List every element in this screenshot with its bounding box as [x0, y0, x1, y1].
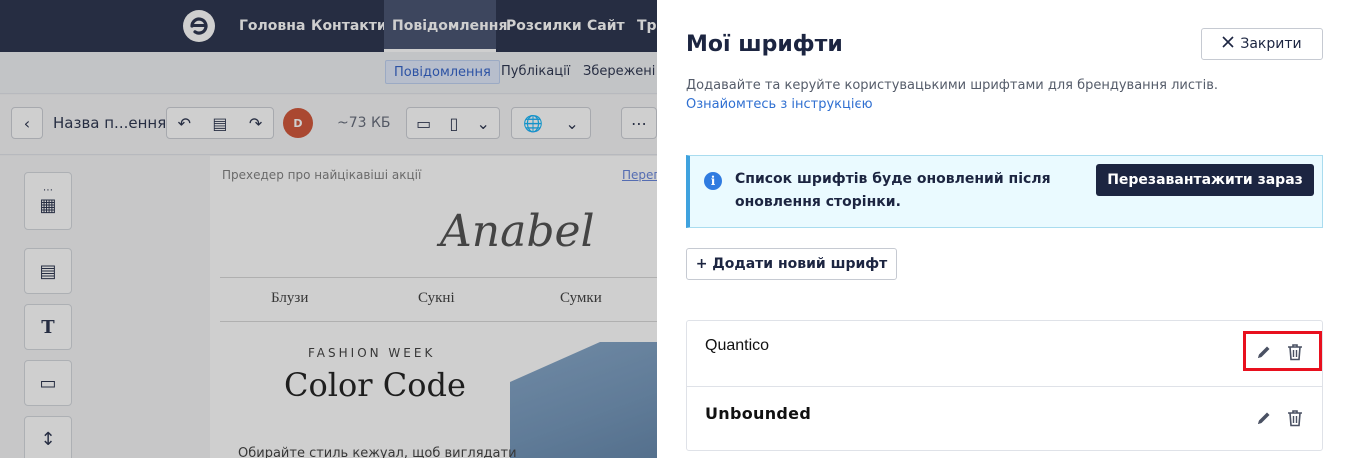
reload-now-button[interactable]: Перезавантажити зараз [1096, 164, 1314, 196]
font-row: Unbounded [687, 386, 1322, 451]
delete-font-button[interactable] [1284, 409, 1306, 431]
edit-font-button[interactable] [1253, 409, 1275, 431]
info-banner: i Список шрифтів буде оновлений після он… [686, 155, 1323, 228]
panel-description: Додавайте та керуйте користувацькими шри… [686, 78, 1219, 93]
font-name: Quantico [705, 337, 770, 354]
close-icon [1222, 36, 1234, 52]
font-name: Unbounded [705, 404, 812, 423]
email-editor-background: Головна Контакти Повідомлення Розсилки С… [0, 0, 657, 458]
pencil-icon [1256, 410, 1272, 430]
trash-icon [1287, 343, 1303, 365]
panel-title: Мої шрифти [686, 32, 843, 57]
font-row: Quantico [687, 321, 1322, 386]
close-button-label: Закрити [1240, 36, 1302, 52]
delete-font-button[interactable] [1284, 343, 1306, 365]
close-button[interactable]: Закрити [1201, 28, 1323, 60]
edit-font-button[interactable] [1253, 343, 1275, 365]
trash-icon [1287, 409, 1303, 431]
font-list: Quantico Unbounded [686, 320, 1323, 451]
my-fonts-panel: Мої шрифти Закрити Додавайте та керуйте … [657, 0, 1357, 458]
add-font-button[interactable]: + Додати новий шрифт [686, 248, 897, 280]
info-banner-text: Список шрифтів буде оновлений після онов… [735, 171, 1051, 210]
pencil-icon [1256, 344, 1272, 364]
modal-backdrop[interactable] [0, 0, 657, 458]
guide-link[interactable]: Ознайомтесь з інструкцією [686, 97, 873, 112]
info-icon: i [704, 172, 722, 190]
